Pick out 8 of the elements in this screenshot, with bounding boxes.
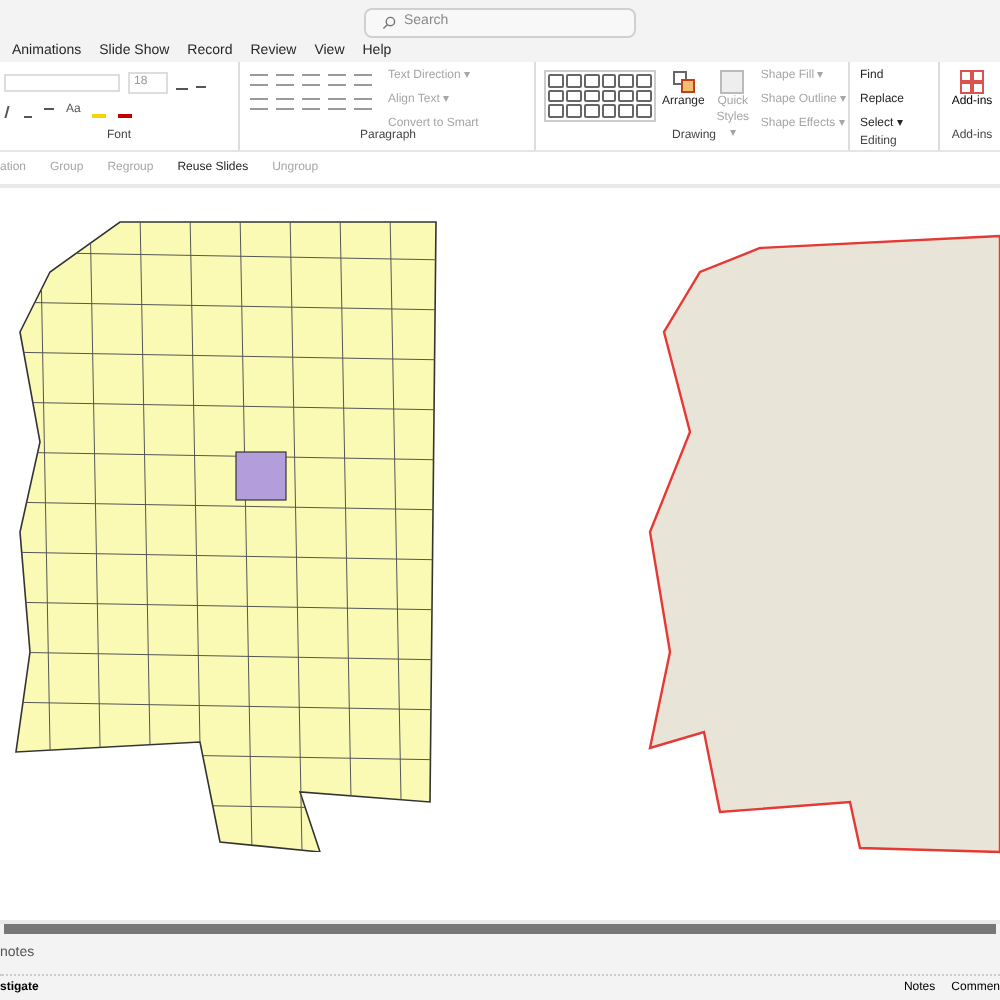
italic-icon[interactable] — [4, 105, 14, 117]
arrange-icon — [671, 70, 696, 94]
search-icon — [382, 15, 396, 29]
shapes-gallery[interactable] — [544, 70, 656, 122]
font-name-field[interactable] — [4, 74, 120, 92]
quick-styles-icon — [720, 70, 745, 94]
add-ins-icon — [960, 70, 984, 94]
scrollbar[interactable] — [4, 924, 996, 934]
